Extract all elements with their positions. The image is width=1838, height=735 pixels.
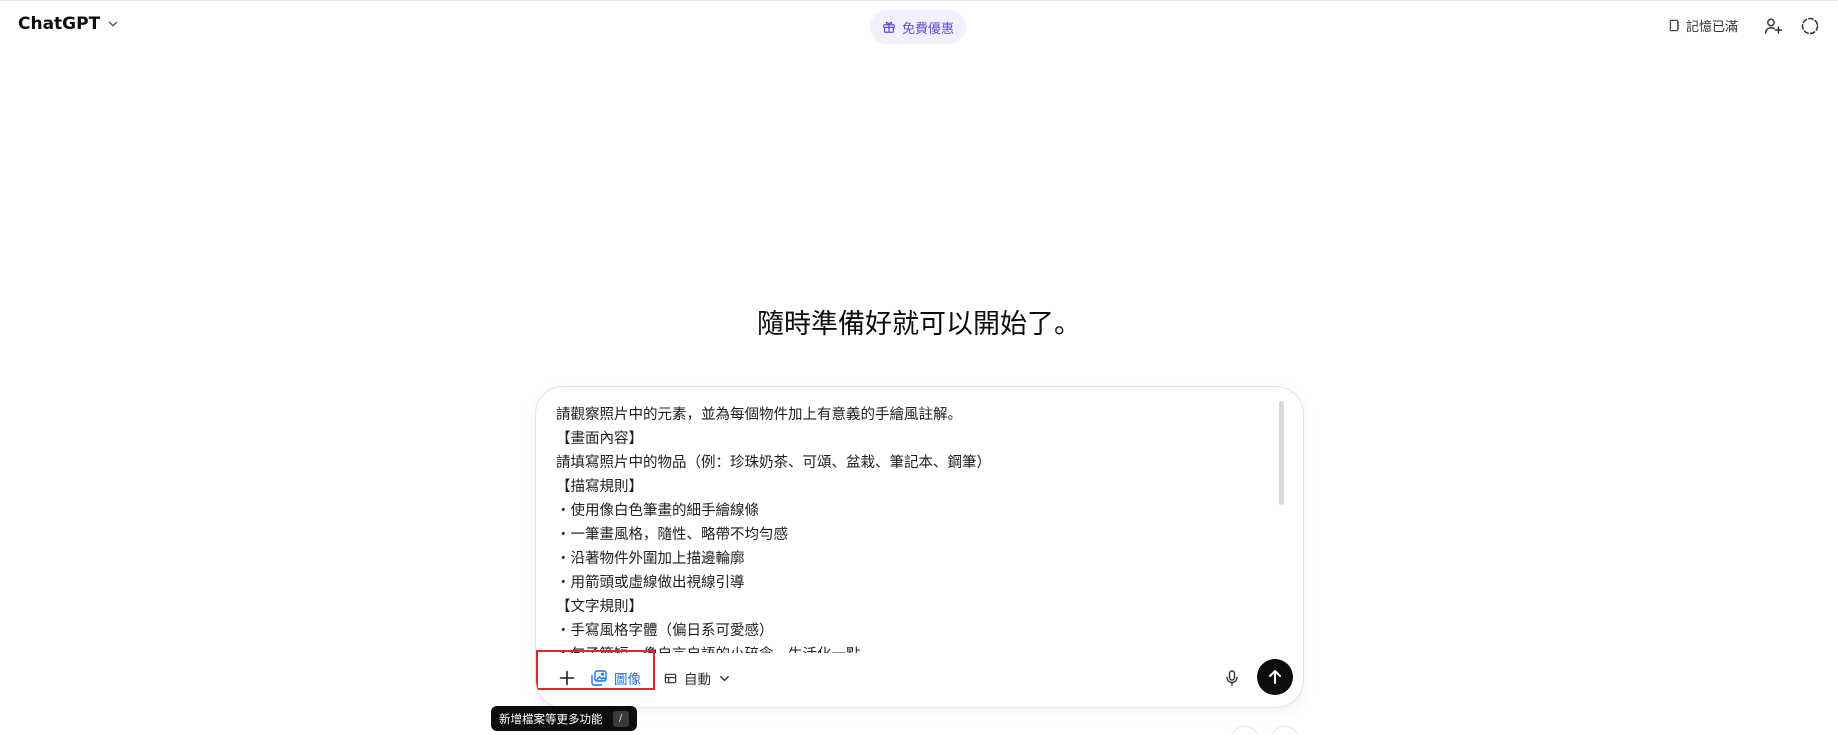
tooltip-shortcut: /: [612, 710, 629, 727]
auto-mode-label: 自動: [684, 672, 711, 688]
prompt-line: ・句子簡短，像自言自語的小碎念、生活化一點: [556, 643, 1272, 653]
prompt-line: 請觀察照片中的元素，並為每個物件加上有意義的手繪風註解。: [556, 407, 962, 423]
partial-button[interactable]: [1270, 726, 1300, 735]
dashed-circle-icon: [1801, 17, 1819, 35]
add-person-button[interactable]: [1762, 15, 1784, 37]
image-tool-button[interactable]: 圖像: [590, 665, 641, 691]
send-button[interactable]: [1257, 659, 1293, 695]
tooltip-text: 新增檔案等更多功能: [499, 711, 603, 726]
temporary-chat-button[interactable]: [1799, 15, 1821, 37]
prompt-line: 【文字規則】: [556, 599, 643, 615]
prompt-line: 【畫面內容】: [556, 431, 643, 447]
memory-icon: [1669, 19, 1680, 32]
gift-icon: [883, 21, 895, 33]
auto-mode-icon: [664, 673, 677, 683]
composer-toolbar: 圖像 自動: [536, 650, 1303, 699]
image-icon: [591, 670, 607, 686]
top-border: [0, 0, 1838, 1]
prompt-line: ・使用像白色筆畫的細手繪線條: [556, 503, 759, 519]
dictate-button[interactable]: [1217, 663, 1247, 693]
prompt-line: ・用箭頭或虛線做出視線引導: [556, 575, 745, 591]
add-person-icon: [1764, 18, 1783, 34]
microphone-icon: [1226, 670, 1238, 686]
memory-full-button[interactable]: 記憶已滿: [1668, 16, 1738, 35]
plus-icon: [559, 670, 575, 686]
app-title: ChatGPT: [18, 14, 101, 34]
partial-button[interactable]: [1230, 726, 1260, 735]
prompt-textarea[interactable]: 請觀察照片中的元素，並為每個物件加上有意義的手繪風註解。 【畫面內容】 請填寫照…: [556, 403, 1272, 653]
add-files-button[interactable]: [550, 661, 584, 695]
free-offer-button[interactable]: 免費優惠: [870, 10, 967, 44]
prompt-line: ・沿著物件外圍加上描邊輪廓: [556, 551, 745, 567]
arrow-up-icon: [1269, 670, 1281, 684]
memory-full-label: 記憶已滿: [1686, 20, 1739, 35]
prompt-line: ・手寫風格字體（偏日系可愛感）: [556, 623, 774, 639]
image-tool-label: 圖像: [614, 672, 641, 688]
add-files-tooltip: 新增檔案等更多功能 /: [491, 706, 637, 731]
chevron-down-icon: [108, 21, 118, 27]
composer: 請觀察照片中的元素，並為每個物件加上有意義的手繪風註解。 【畫面內容】 請填寫照…: [535, 386, 1304, 708]
prompt-line: 請填寫照片中的物品（例：珍珠奶茶、可頌、盆栽、筆記本、鋼筆）: [556, 455, 991, 471]
free-offer-label: 免費優惠: [902, 21, 955, 37]
model-selector[interactable]: ChatGPT: [18, 14, 120, 34]
auto-mode-selector[interactable]: 自動: [664, 665, 731, 691]
prompt-line: 【描寫規則】: [556, 479, 643, 495]
page-heading: 隨時準備好就可以開始了。: [757, 309, 1081, 340]
chevron-down-icon: [720, 675, 729, 681]
scrollbar-thumb[interactable]: [1279, 401, 1284, 505]
prompt-line: ・一筆畫風格，隨性、略帶不均勻感: [556, 527, 788, 543]
